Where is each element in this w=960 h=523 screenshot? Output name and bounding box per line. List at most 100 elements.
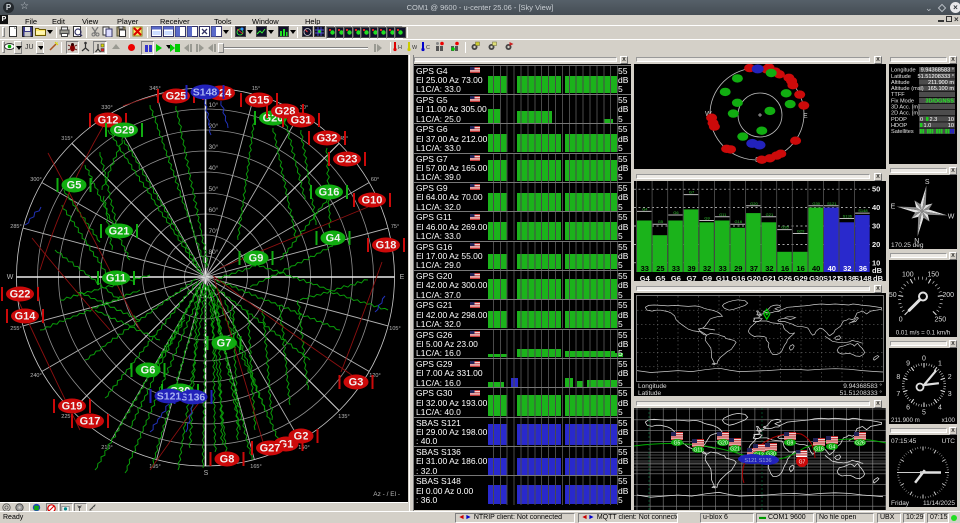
svg-text:S121 S136: S121 S136 — [744, 458, 771, 464]
svg-text:33: 33 — [641, 264, 649, 273]
svg-text:Az - / El -: Az - / El - — [373, 491, 400, 498]
svg-text:07:15:45: 07:15:45 — [891, 438, 917, 445]
svg-text:9.94368583 °: 9.94368583 ° — [921, 68, 954, 74]
svg-text:211.900 m: 211.900 m — [928, 80, 954, 86]
svg-text:UTC: UTC — [942, 438, 956, 445]
svg-text:32: 32 — [843, 264, 851, 273]
svg-text:20: 20 — [872, 240, 880, 249]
svg-text:285°: 285° — [10, 224, 21, 230]
svg-text:G7: G7 — [689, 190, 695, 195]
svg-text:G10: G10 — [362, 195, 383, 207]
svg-text:G22: G22 — [10, 289, 31, 301]
svg-text:0: 0 — [899, 316, 903, 323]
svg-text:S148: S148 — [858, 208, 868, 213]
svg-text:2D Acc. [m]: 2D Acc. [m] — [891, 111, 920, 117]
svg-text:100: 100 — [902, 272, 914, 279]
svg-text:Fix Mode: Fix Mode — [891, 98, 914, 104]
svg-text:G23: G23 — [337, 154, 358, 166]
svg-text:G4: G4 — [326, 233, 342, 245]
svg-text:37: 37 — [750, 264, 758, 273]
svg-text:60°: 60° — [371, 177, 379, 183]
svg-text:G5: G5 — [674, 441, 681, 447]
svg-text:G5: G5 — [658, 219, 664, 224]
svg-text:250: 250 — [934, 316, 946, 323]
svg-text:4: 4 — [938, 404, 942, 411]
svg-text:105°: 105° — [389, 326, 400, 332]
svg-text:40°: 40° — [209, 164, 219, 172]
svg-text:E: E — [803, 113, 808, 120]
svg-text:G26: G26 — [781, 225, 789, 230]
svg-text:10°: 10° — [209, 101, 219, 109]
svg-text:170.25 deg: 170.25 deg — [891, 242, 924, 249]
svg-text:G30: G30 — [812, 201, 820, 206]
svg-text:30: 30 — [872, 222, 880, 231]
svg-text:8: 8 — [896, 374, 900, 381]
svg-text:E: E — [400, 274, 405, 281]
svg-text:G17: G17 — [80, 416, 101, 428]
svg-text:3D Acc. [m]: 3D Acc. [m] — [891, 105, 920, 111]
svg-text:39: 39 — [687, 264, 695, 273]
svg-text:W: W — [7, 274, 14, 281]
svg-text:G32: G32 — [317, 133, 338, 145]
svg-text:G16: G16 — [735, 219, 743, 224]
svg-text:29: 29 — [734, 264, 742, 273]
svg-text:51.51208333 °: 51.51208333 ° — [918, 74, 954, 80]
svg-text:15°: 15° — [252, 86, 260, 92]
svg-text:G7: G7 — [217, 338, 232, 350]
svg-text:Satellites: Satellites — [891, 129, 914, 135]
svg-text:E: E — [891, 203, 896, 210]
svg-text:G21: G21 — [730, 447, 740, 453]
svg-text:40: 40 — [828, 264, 836, 273]
svg-text:G5: G5 — [67, 180, 82, 192]
svg-text:G29: G29 — [114, 125, 135, 137]
svg-text:G27: G27 — [260, 443, 281, 455]
svg-text:36: 36 — [859, 264, 867, 273]
svg-text:G4: G4 — [829, 445, 836, 451]
svg-text:G3: G3 — [349, 377, 364, 389]
svg-text:G11: G11 — [693, 448, 702, 454]
svg-text:G29: G29 — [797, 228, 805, 233]
svg-text:0: 0 — [920, 117, 923, 123]
svg-text:9: 9 — [906, 361, 910, 368]
svg-text:135°: 135° — [338, 414, 349, 420]
svg-text:G16: G16 — [814, 447, 824, 453]
svg-text:1: 1 — [938, 361, 942, 368]
svg-text:0.01 m/s = 0.1 km/h: 0.01 m/s = 0.1 km/h — [896, 330, 951, 337]
svg-text:G20: G20 — [750, 201, 758, 206]
svg-text:G20: G20 — [718, 441, 728, 447]
svg-text:40: 40 — [812, 264, 820, 273]
svg-text:G7: G7 — [799, 460, 806, 466]
svg-text:G21: G21 — [109, 226, 130, 238]
svg-text:50°: 50° — [209, 185, 219, 193]
svg-text:9.94368583 °: 9.94368583 ° — [843, 382, 882, 390]
svg-text:32: 32 — [765, 264, 773, 273]
svg-text:G11: G11 — [719, 212, 727, 217]
svg-text:W: W — [412, 45, 417, 51]
svg-text:G21: G21 — [766, 212, 774, 217]
svg-text:120°: 120° — [369, 373, 380, 379]
svg-text:G11: G11 — [106, 273, 126, 285]
svg-text:G14: G14 — [15, 311, 37, 323]
svg-text:G9: G9 — [704, 216, 710, 221]
svg-text:G18: G18 — [376, 240, 397, 252]
svg-text:G8: G8 — [220, 454, 235, 466]
svg-text:S148: S148 — [193, 87, 218, 99]
svg-text:16: 16 — [796, 264, 804, 273]
svg-text:G6: G6 — [141, 365, 156, 377]
svg-text:S: S — [925, 179, 930, 186]
svg-text:H: H — [398, 45, 402, 51]
svg-text:3D/DGNSS: 3D/DGNSS — [925, 98, 954, 104]
svg-text:G19: G19 — [62, 401, 83, 413]
svg-text:PDOP: PDOP — [891, 117, 907, 123]
svg-text:7: 7 — [896, 391, 900, 398]
svg-text:1.0: 1.0 — [924, 123, 932, 129]
svg-text:10: 10 — [948, 123, 954, 129]
svg-text:JU: JU — [25, 44, 34, 51]
svg-text:60°: 60° — [209, 206, 219, 214]
svg-text:75°: 75° — [391, 224, 399, 230]
svg-text:40: 40 — [872, 203, 880, 212]
svg-text:Friday: Friday — [891, 500, 910, 507]
svg-text:G31: G31 — [291, 115, 312, 127]
svg-text:80°: 80° — [209, 248, 219, 256]
svg-text:G25: G25 — [166, 91, 187, 103]
